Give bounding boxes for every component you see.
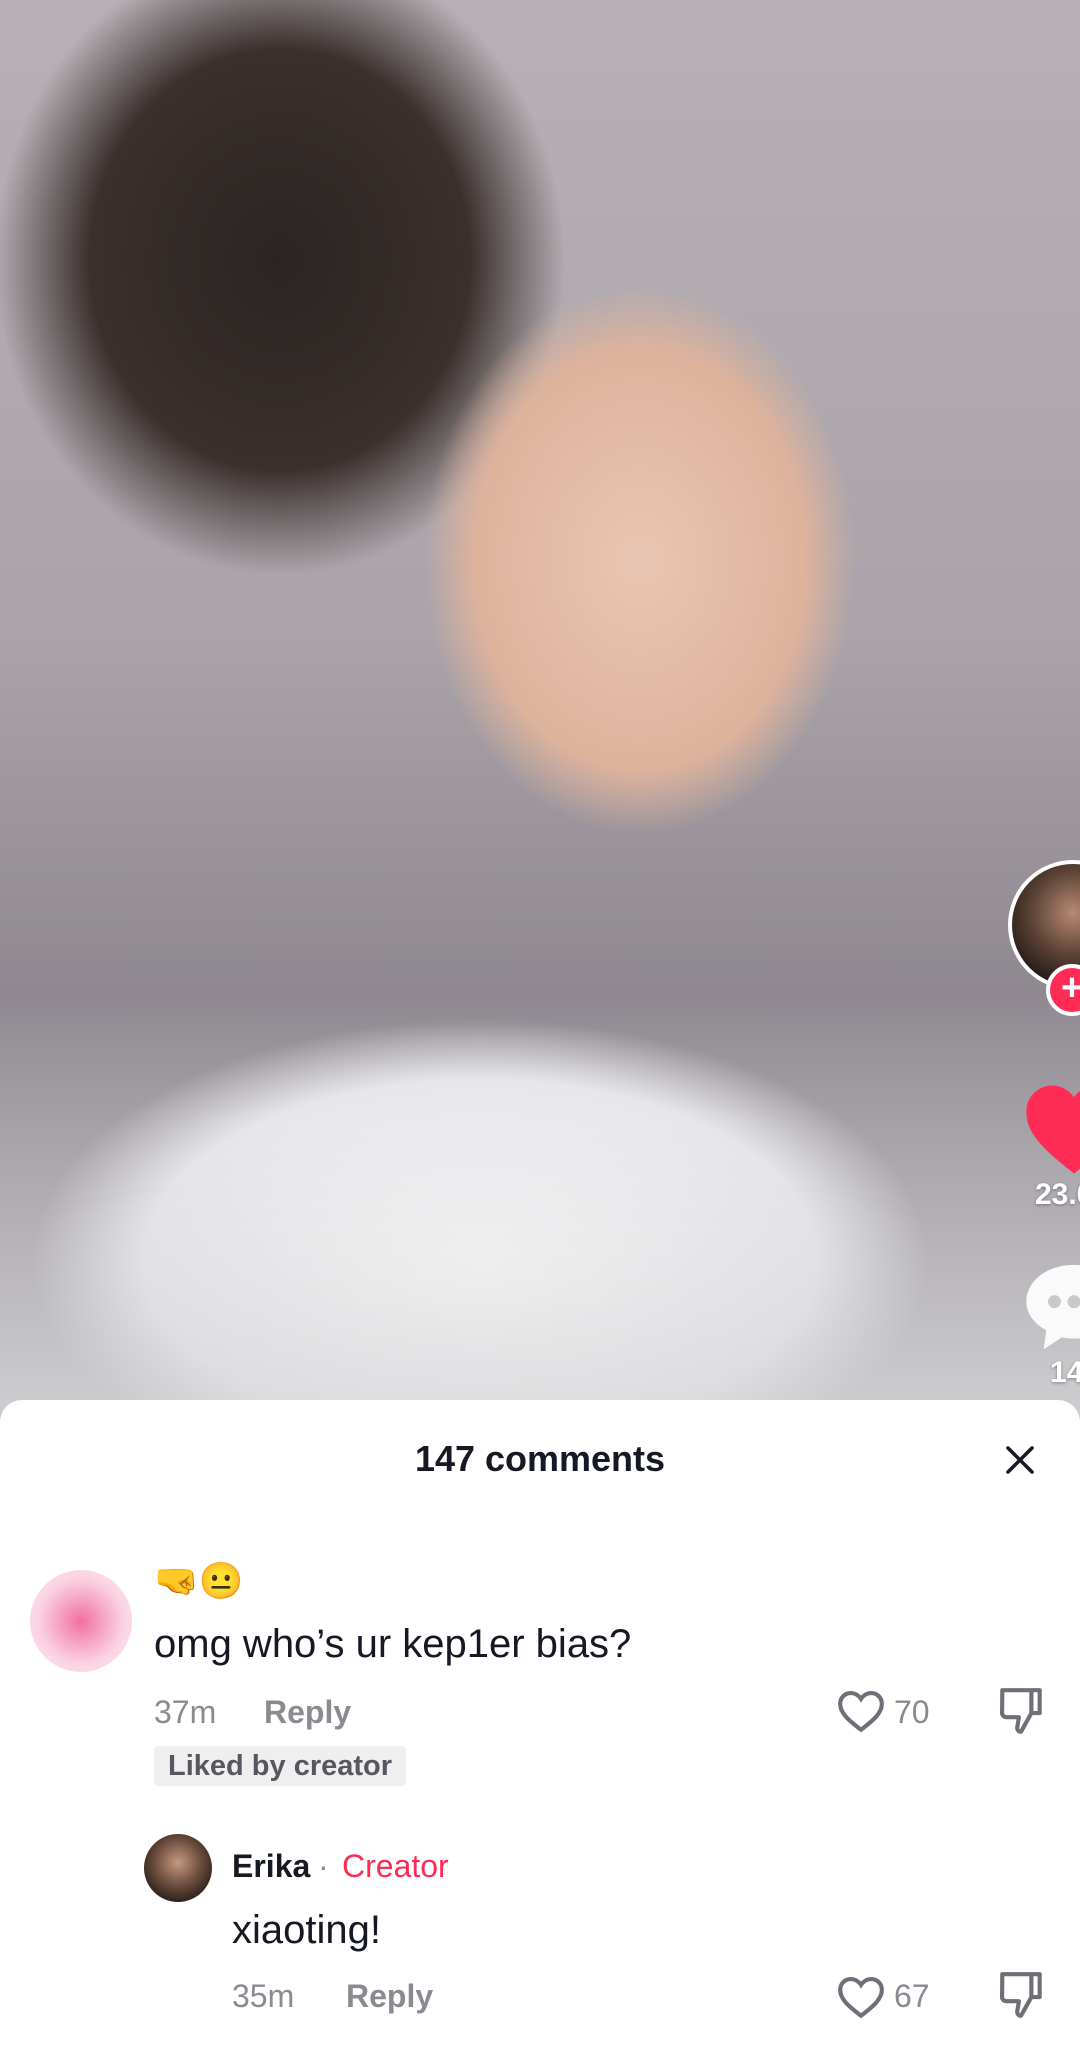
comment-text: omg who’s ur kep1er bias?	[154, 1622, 632, 1666]
reply-like-heart-icon[interactable]	[836, 1974, 886, 2020]
reply-time: 35m	[232, 1978, 295, 2014]
comment-time: 37m	[154, 1694, 217, 1730]
reply-author-name[interactable]: Erika	[232, 1848, 310, 1885]
comment-like-count: 70	[894, 1694, 930, 1730]
liked-by-creator-badge: Liked by creator	[154, 1746, 407, 1786]
reply-avatar[interactable]	[144, 1834, 212, 1902]
reply-like-count: 67	[894, 1978, 930, 2014]
comment-bubble-icon[interactable]	[1022, 1258, 1080, 1354]
author-separator: ·	[318, 1848, 329, 1884]
tiktok-video-screen: + 23.0K 147 147 comments 🤜😐 omg who’s ur…	[0, 0, 1080, 2053]
close-icon	[1006, 1446, 1034, 1474]
reply-text: xiaoting!	[232, 1908, 381, 1952]
like-heart-icon[interactable]	[1022, 1080, 1080, 1176]
dislike-icon[interactable]	[996, 1968, 1046, 2022]
action-rail: + 23.0K 147	[880, 0, 1080, 1420]
dislike-icon[interactable]	[996, 1684, 1046, 1738]
reply-button[interactable]: Reply	[264, 1694, 351, 1731]
comment-count: 147	[1049, 1356, 1080, 1389]
close-button[interactable]	[990, 1430, 1050, 1490]
comments-title: 147 comments	[414, 1438, 666, 1479]
comments-sheet: 147 comments 🤜😐 omg who’s ur kep1er bias…	[0, 1400, 1080, 2053]
reply-button[interactable]: Reply	[346, 1978, 433, 2015]
like-count: 23.0K	[1034, 1178, 1080, 1211]
comment-emoji: 🤜😐	[154, 1560, 244, 1601]
comment-avatar[interactable]	[30, 1570, 132, 1672]
creator-badge: Creator	[342, 1848, 449, 1884]
comment-like-heart-icon[interactable]	[836, 1688, 886, 1734]
